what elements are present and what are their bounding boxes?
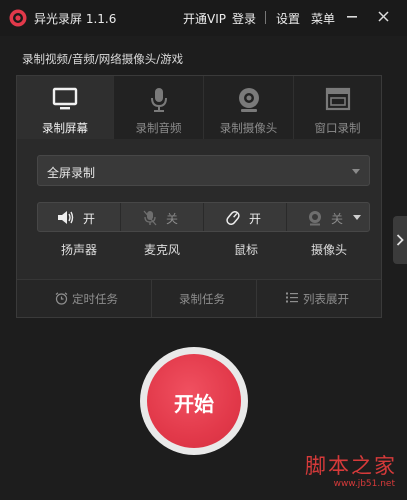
microphone-state: 关 [166, 212, 179, 226]
start-label: 开始 [174, 392, 214, 416]
camera-state: 关 [331, 212, 344, 226]
chevron-right-icon [396, 234, 404, 246]
mouse-state: 开 [249, 212, 262, 226]
tab-label: 录制音频 [135, 121, 182, 135]
settings-link[interactable]: 设置 [276, 10, 300, 27]
list-icon [286, 292, 298, 303]
microphone-off-icon [143, 210, 157, 226]
mode-tabs: 录制屏幕 录制音频 录制摄像头 窗口录制 [17, 76, 381, 139]
watermark-text: 脚本之家 [305, 454, 397, 478]
record-area-select[interactable]: 全屏录制 [37, 155, 370, 186]
expand-list-button[interactable]: 列表展开 [257, 280, 381, 317]
tab-label: 窗口录制 [314, 121, 361, 135]
tab-record-webcam[interactable]: 录制摄像头 [204, 76, 294, 139]
tab-window-record[interactable]: 窗口录制 [294, 76, 381, 139]
menu-separator [265, 11, 266, 24]
speaker-label: 扬声器 [60, 243, 97, 257]
close-icon[interactable] [378, 11, 389, 22]
monitor-icon [52, 87, 78, 110]
record-task-button[interactable]: 录制任务 [152, 280, 257, 317]
record-area-value: 全屏录制 [47, 166, 96, 180]
task-bar: 定时任务 录制任务 列表展开 [17, 279, 381, 317]
mouse-toggle[interactable]: 开 [204, 203, 287, 231]
tab-record-audio[interactable]: 录制音频 [114, 76, 204, 139]
camera-toggle[interactable]: 关 [287, 203, 369, 231]
vip-link[interactable]: 开通VIP [183, 10, 226, 27]
microphone-label: 麦克风 [143, 243, 180, 257]
tab-label: 录制摄像头 [219, 121, 278, 135]
app-logo-icon [9, 9, 27, 27]
watermark: 脚本之家 www.jb51.net [283, 450, 403, 496]
side-panel-toggle[interactable] [393, 216, 407, 264]
scheduled-task-label: 定时任务 [72, 292, 118, 306]
camera-icon [309, 211, 321, 226]
chevron-down-icon [352, 169, 360, 174]
speaker-toggle[interactable]: 开 [38, 203, 121, 231]
speaker-state: 开 [83, 212, 96, 226]
watermark-url: www.jb51.net [333, 479, 395, 489]
expand-list-label: 列表展开 [303, 292, 349, 306]
main-menu-link[interactable]: 菜单 [311, 10, 335, 27]
speaker-icon [58, 211, 74, 224]
title-bar: 异光录屏 1.1.6 开通VIP 登录 设置 菜单 [0, 0, 407, 36]
microphone-icon [150, 88, 167, 112]
login-link[interactable]: 登录 [232, 10, 256, 27]
subtitle: 录制视频/音频/网络摄像头/游戏 [22, 52, 184, 66]
alarm-clock-icon [55, 292, 68, 305]
minimize-icon[interactable] [347, 16, 357, 18]
start-record-button[interactable]: 开始 [147, 354, 241, 448]
window-icon [325, 87, 350, 111]
webcam-icon [238, 88, 259, 112]
tab-record-screen[interactable]: 录制屏幕 [17, 76, 114, 139]
chevron-down-icon[interactable] [353, 215, 361, 220]
microphone-toggle[interactable]: 关 [121, 203, 204, 231]
main-panel: 录制屏幕 录制音频 录制摄像头 窗口录制 全屏录制 开 关 开 关 扬声器 麦克… [16, 75, 382, 318]
mouse-label: 鼠标 [233, 243, 258, 257]
device-toggles: 开 关 开 关 [37, 202, 370, 232]
camera-label: 摄像头 [310, 243, 347, 257]
tab-label: 录制屏幕 [42, 121, 88, 135]
scheduled-task-button[interactable]: 定时任务 [17, 280, 152, 317]
mouse-icon [226, 210, 240, 226]
app-title: 异光录屏 1.1.6 [34, 12, 117, 26]
record-task-label: 录制任务 [179, 292, 225, 306]
